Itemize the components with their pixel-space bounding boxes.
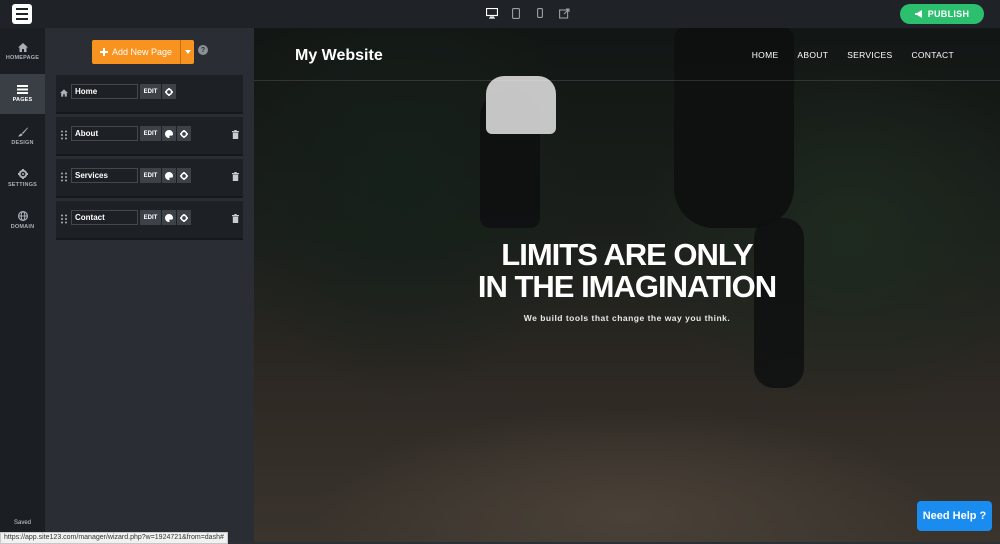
add-new-page-label: Add New Page: [111, 47, 173, 57]
palette-icon: [165, 213, 173, 222]
nav-settings[interactable]: SETTINGS: [0, 158, 45, 198]
runner-shirt: [486, 76, 556, 134]
page-name-input[interactable]: Services: [71, 168, 138, 183]
page-row-services: Services EDIT: [56, 159, 243, 198]
help-question-icon[interactable]: ?: [198, 45, 208, 55]
save-status: Saved: [14, 520, 32, 526]
gear-icon: [180, 129, 188, 138]
publish-label: PUBLISH: [927, 9, 970, 19]
caret-down-icon: [184, 50, 191, 54]
page-design-button[interactable]: [162, 126, 176, 141]
site-nav-about[interactable]: ABOUT: [797, 50, 828, 60]
edit-button[interactable]: EDIT: [140, 210, 161, 225]
pages-icon: [17, 85, 28, 94]
plus-icon: [99, 48, 108, 56]
drag-handle-icon[interactable]: [60, 172, 68, 182]
brush-icon: [17, 127, 28, 136]
nav-homepage-label: HOMEPAGE: [5, 55, 40, 61]
trash-icon[interactable]: [232, 214, 239, 223]
pages-panel: Add New Page ? Home EDIT About EDIT Serv…: [45, 28, 254, 542]
page-settings-button[interactable]: [177, 168, 191, 183]
nav-homepage[interactable]: HOMEPAGE: [0, 32, 45, 72]
page-name-input[interactable]: Contact: [71, 210, 138, 225]
device-switcher: [486, 6, 570, 20]
site-nav: HOME ABOUT SERVICES CONTACT: [752, 50, 954, 60]
page-settings-button[interactable]: [177, 126, 191, 141]
site-title[interactable]: My Website: [295, 47, 383, 65]
website-preview: My Website HOME ABOUT SERVICES CONTACT L…: [254, 28, 1000, 542]
edit-button[interactable]: EDIT: [140, 84, 161, 99]
external-link-icon[interactable]: [558, 6, 570, 20]
nav-design[interactable]: DESIGN: [0, 116, 45, 156]
gear-icon: [165, 87, 173, 96]
palette-icon: [165, 129, 173, 138]
nav-design-label: DESIGN: [11, 139, 34, 146]
site-nav-contact[interactable]: CONTACT: [911, 50, 954, 60]
page-row-home: Home EDIT: [56, 75, 243, 114]
gear-icon: [180, 213, 188, 222]
nav-pages[interactable]: PAGES: [0, 74, 45, 114]
page-name-input[interactable]: About: [71, 126, 138, 141]
edit-button[interactable]: EDIT: [140, 168, 161, 183]
megaphone-icon: [914, 10, 922, 18]
left-nav: HOMEPAGE PAGES DESIGN SETTINGS DOMAIN Sa…: [0, 28, 45, 542]
publish-button[interactable]: PUBLISH: [900, 4, 984, 24]
page-settings-button[interactable]: [162, 84, 176, 99]
header-divider: [254, 80, 1000, 81]
add-page-dropdown-button[interactable]: [180, 40, 194, 64]
trash-icon[interactable]: [232, 130, 239, 139]
desktop-icon[interactable]: [486, 6, 498, 20]
home-icon: [17, 43, 28, 52]
site-nav-services[interactable]: SERVICES: [847, 50, 892, 60]
top-bar: PUBLISH: [0, 0, 1000, 28]
page-design-button[interactable]: [162, 210, 176, 225]
page-row-about: About EDIT: [56, 117, 243, 156]
home-icon: [60, 89, 68, 97]
nav-domain-label: DOMAIN: [10, 223, 35, 230]
hero-title-line1: LIMITS ARE ONLY: [501, 237, 753, 272]
mobile-icon[interactable]: [534, 6, 546, 20]
gear-icon: [180, 171, 188, 180]
need-help-button[interactable]: Need Help ?: [917, 501, 992, 531]
tablet-icon[interactable]: [510, 6, 522, 20]
nav-settings-label: SETTINGS: [7, 181, 38, 188]
gear-icon: [17, 168, 28, 179]
palette-icon: [165, 171, 173, 180]
hero-title-line2: IN THE IMAGINATION: [477, 269, 777, 304]
status-bar-url: https://app.site123.com/manager/wizard.p…: [0, 532, 228, 544]
drag-handle-icon[interactable]: [60, 214, 68, 224]
add-new-page-main[interactable]: Add New Page: [92, 47, 180, 57]
page-settings-button[interactable]: [177, 210, 191, 225]
globe-icon: [17, 210, 28, 221]
nav-pages-label: PAGES: [12, 97, 33, 103]
site-nav-home[interactable]: HOME: [752, 50, 779, 60]
add-new-page-button[interactable]: Add New Page: [92, 40, 194, 64]
hero-subtitle: We build tools that change the way you t…: [523, 313, 731, 323]
nav-domain[interactable]: DOMAIN: [0, 200, 45, 240]
page-name-input[interactable]: Home: [71, 84, 138, 99]
page-design-button[interactable]: [162, 168, 176, 183]
trash-icon[interactable]: [232, 172, 239, 181]
page-row-contact: Contact EDIT: [56, 201, 243, 240]
menu-logo-icon[interactable]: [12, 4, 32, 24]
edit-button[interactable]: EDIT: [140, 126, 161, 141]
drag-handle-icon[interactable]: [60, 130, 68, 140]
